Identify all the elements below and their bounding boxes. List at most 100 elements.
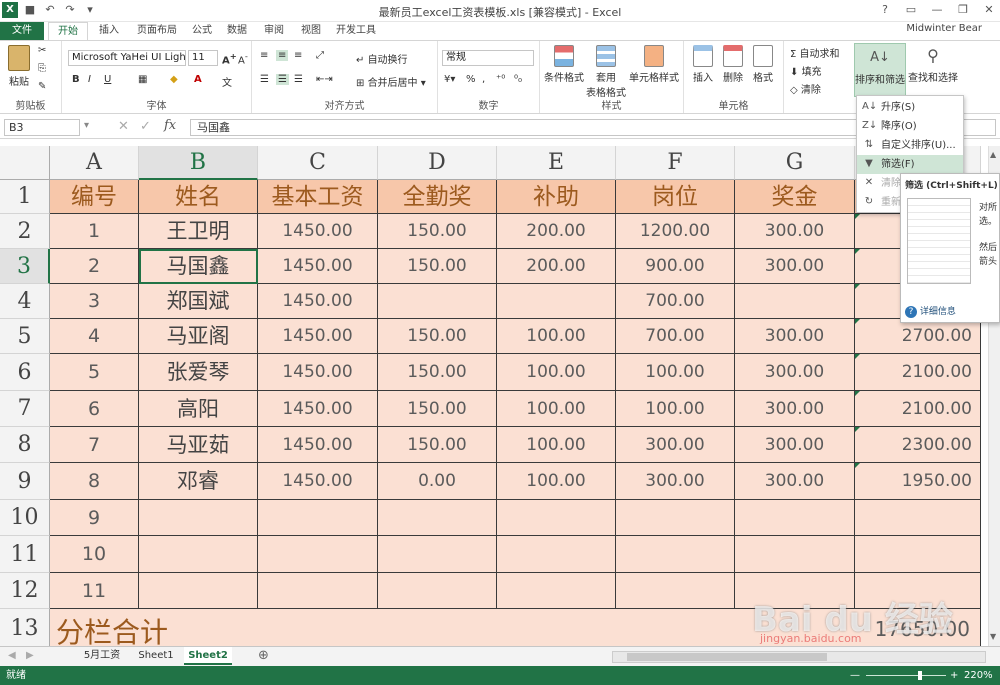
align-middle-icon[interactable]: ≡ bbox=[276, 50, 289, 61]
column-header-C[interactable]: C bbox=[258, 146, 378, 180]
data-cell[interactable] bbox=[139, 500, 258, 536]
data-cell[interactable] bbox=[378, 284, 497, 319]
data-cell[interactable]: 2100.00 bbox=[855, 391, 981, 427]
fill-color-icon[interactable]: ◆ bbox=[170, 74, 178, 85]
row-header-10[interactable]: 10 bbox=[0, 500, 50, 536]
sort-menu-item-2[interactable]: ⇅ 自定义排序(U)... bbox=[857, 136, 963, 155]
font-size-box[interactable]: 11 bbox=[188, 50, 218, 66]
data-cell[interactable]: 150.00 bbox=[378, 391, 497, 427]
align-top-icon[interactable]: ≡ bbox=[260, 50, 268, 61]
decrease-decimal-icon[interactable]: ⁰₀ bbox=[514, 74, 522, 85]
data-cell[interactable]: 100.00 bbox=[497, 463, 616, 500]
next-sheet-icon[interactable]: ▶ bbox=[26, 650, 34, 661]
percent-button[interactable]: % bbox=[466, 74, 476, 85]
data-cell[interactable]: 100.00 bbox=[497, 391, 616, 427]
increase-decimal-icon[interactable]: ⁺⁰ bbox=[496, 74, 505, 85]
sort-menu-item-0[interactable]: A↓ 升序(S) bbox=[857, 98, 963, 117]
sort-menu-item-1[interactable]: Z↓ 降序(O) bbox=[857, 117, 963, 136]
data-cell[interactable]: 1450.00 bbox=[258, 391, 378, 427]
format-as-table-button[interactable]: 套用 表格格式 bbox=[586, 45, 626, 99]
data-cell[interactable] bbox=[855, 536, 981, 573]
data-cell[interactable]: 11 bbox=[50, 573, 139, 609]
phonetic-icon[interactable]: 文 bbox=[222, 74, 232, 89]
data-cell[interactable] bbox=[735, 536, 855, 573]
border-icon[interactable]: ▦ bbox=[138, 74, 147, 85]
align-left-icon[interactable]: ☰ bbox=[260, 74, 269, 85]
data-cell[interactable] bbox=[735, 284, 855, 319]
insert-cells-button[interactable]: 插入 bbox=[688, 45, 718, 84]
font-name-box[interactable]: Microsoft YaHei UI Ligh bbox=[68, 50, 186, 66]
header-cell[interactable]: 姓名 bbox=[139, 180, 258, 214]
bold-button[interactable]: B bbox=[72, 74, 80, 85]
delete-cells-button[interactable]: 删除 bbox=[718, 45, 748, 84]
horizontal-scrollbar[interactable] bbox=[612, 651, 986, 663]
data-cell[interactable] bbox=[139, 536, 258, 573]
sheet-tab-0[interactable]: 5月工资 bbox=[76, 647, 128, 665]
fill-button[interactable]: ⬇ 填充 bbox=[790, 63, 822, 78]
data-cell[interactable] bbox=[139, 573, 258, 609]
data-cell[interactable]: 900.00 bbox=[616, 249, 735, 284]
row-header-13[interactable]: 13 bbox=[0, 609, 50, 646]
data-cell[interactable]: 100.00 bbox=[616, 391, 735, 427]
row-header-4[interactable]: 4 bbox=[0, 284, 50, 319]
column-header-G[interactable]: G bbox=[735, 146, 855, 180]
accounting-icon[interactable]: ¥▾ bbox=[444, 74, 455, 85]
column-header-D[interactable]: D bbox=[378, 146, 497, 180]
data-cell[interactable]: 6 bbox=[50, 391, 139, 427]
sort-menu-item-3[interactable]: ▼ 筛选(F) bbox=[857, 155, 963, 174]
italic-button[interactable]: I bbox=[88, 74, 91, 85]
data-cell[interactable] bbox=[735, 500, 855, 536]
tab-7[interactable]: 视图 bbox=[294, 22, 328, 40]
data-cell[interactable] bbox=[497, 536, 616, 573]
underline-button[interactable]: U bbox=[104, 74, 111, 85]
conditional-format-button[interactable]: 条件格式 bbox=[542, 45, 586, 84]
data-cell[interactable]: 郑国斌 bbox=[139, 284, 258, 319]
sort-filter-button[interactable]: A↓ 排序和筛选 bbox=[854, 43, 906, 97]
tab-4[interactable]: 公式 bbox=[186, 22, 218, 40]
data-cell[interactable]: 300.00 bbox=[735, 354, 855, 391]
data-cell[interactable] bbox=[378, 536, 497, 573]
data-cell[interactable] bbox=[378, 500, 497, 536]
row-header-2[interactable]: 2 bbox=[0, 214, 50, 249]
row-header-1[interactable]: 1 bbox=[0, 180, 50, 214]
format-cells-button[interactable]: 格式 bbox=[748, 45, 778, 84]
data-cell[interactable]: 1450.00 bbox=[258, 284, 378, 319]
tab-2[interactable]: 插入 bbox=[90, 22, 128, 40]
data-cell[interactable]: 300.00 bbox=[616, 427, 735, 463]
column-header-F[interactable]: F bbox=[616, 146, 735, 180]
minimize-icon[interactable]: — bbox=[928, 2, 946, 18]
header-cell[interactable]: 岗位 bbox=[616, 180, 735, 214]
scroll-down-icon[interactable]: ▼ bbox=[990, 632, 999, 642]
tab-6[interactable]: 审阅 bbox=[256, 22, 292, 40]
data-cell[interactable]: 2100.00 bbox=[855, 354, 981, 391]
font-color-icon[interactable]: A bbox=[194, 74, 202, 85]
shrink-font-icon[interactable]: A- bbox=[238, 51, 248, 66]
row-header-7[interactable]: 7 bbox=[0, 391, 50, 427]
tab-5[interactable]: 数据 bbox=[220, 22, 254, 40]
help-icon[interactable]: ? bbox=[876, 2, 894, 18]
data-cell[interactable]: 9 bbox=[50, 500, 139, 536]
wrap-text-button[interactable]: ↵ 自动换行 bbox=[356, 51, 408, 66]
ribbon-display-icon[interactable]: ▭ bbox=[902, 2, 920, 18]
data-cell[interactable]: 10 bbox=[50, 536, 139, 573]
data-cell[interactable] bbox=[497, 573, 616, 609]
sheet-tab-2[interactable]: Sheet2 bbox=[184, 647, 232, 665]
data-cell[interactable]: 1450.00 bbox=[258, 427, 378, 463]
column-header-E[interactable]: E bbox=[497, 146, 616, 180]
data-cell[interactable] bbox=[258, 573, 378, 609]
data-cell[interactable]: 1200.00 bbox=[616, 214, 735, 249]
tooltip-more-info-link[interactable]: ? 详细信息 bbox=[905, 304, 956, 318]
data-cell[interactable]: 4 bbox=[50, 319, 139, 354]
align-right-icon[interactable]: ☰ bbox=[294, 74, 303, 85]
orientation-icon[interactable]: ⤢ bbox=[316, 50, 324, 61]
data-cell[interactable]: 150.00 bbox=[378, 214, 497, 249]
autosum-button[interactable]: Σ 自动求和 bbox=[790, 45, 840, 60]
data-cell[interactable] bbox=[258, 500, 378, 536]
data-cell[interactable]: 邓睿 bbox=[139, 463, 258, 500]
indent-icon[interactable]: ⇤⇥ bbox=[316, 74, 333, 85]
copy-icon[interactable]: ⎘ bbox=[38, 63, 46, 74]
header-cell[interactable]: 基本工资 bbox=[258, 180, 378, 214]
data-cell[interactable]: 150.00 bbox=[378, 354, 497, 391]
data-cell[interactable]: 马亚阁 bbox=[139, 319, 258, 354]
align-center-icon[interactable]: ☰ bbox=[276, 74, 289, 85]
